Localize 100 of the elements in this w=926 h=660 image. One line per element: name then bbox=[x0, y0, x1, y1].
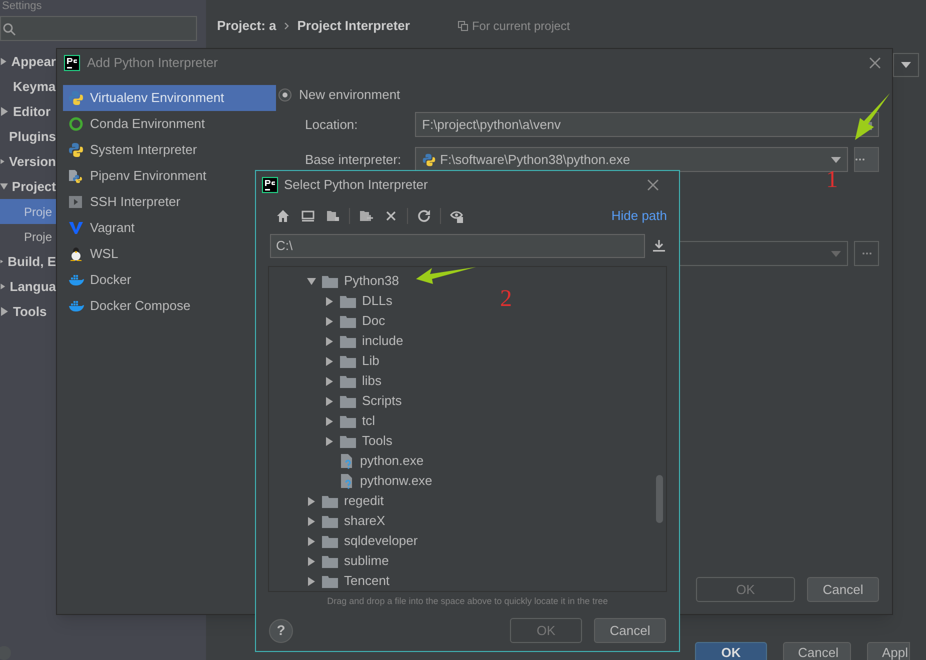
python-logo-icon bbox=[68, 90, 84, 106]
tree-item[interactable]: include bbox=[269, 331, 408, 351]
scrollbar-thumb[interactable] bbox=[656, 475, 663, 523]
expanded-arrow-icon bbox=[307, 276, 316, 286]
tree-item[interactable]: regedit bbox=[269, 491, 388, 511]
collapsed-arrow-icon bbox=[325, 356, 334, 366]
caret-icon bbox=[901, 62, 911, 68]
tree-item[interactable]: Doc bbox=[269, 311, 390, 331]
sidebar-item[interactable]: Editor bbox=[0, 99, 56, 124]
download-button[interactable] bbox=[651, 238, 667, 254]
drag-drop-hint: Drag and drop a file into the space above to quickly locate it in the tree bbox=[326, 595, 609, 608]
folder-icon bbox=[340, 434, 356, 448]
tree-item[interactable]: Scripts bbox=[269, 391, 406, 411]
sidebar-item[interactable]: Version bbox=[0, 149, 56, 174]
close-button[interactable] bbox=[867, 55, 883, 71]
whale-icon bbox=[68, 272, 84, 288]
app-logo-icon bbox=[262, 177, 278, 193]
cancel-button[interactable]: Cancel bbox=[807, 577, 879, 602]
tree-item[interactable]: shareX bbox=[269, 511, 390, 531]
apply-button[interactable]: Appl bbox=[867, 642, 910, 660]
hide-path-link[interactable]: Hide path bbox=[611, 206, 667, 226]
search-icon bbox=[3, 22, 17, 36]
caret-icon bbox=[831, 250, 841, 256]
folder-icon bbox=[340, 374, 356, 388]
help-button[interactable]: ? bbox=[269, 618, 293, 642]
sidebar-item[interactable]: Plugins bbox=[0, 124, 56, 149]
collapsed-arrow-icon bbox=[325, 336, 334, 346]
ring-icon bbox=[68, 116, 84, 132]
breadcrumb-item[interactable]: Project Interpreter bbox=[297, 16, 410, 36]
folder-icon bbox=[322, 574, 338, 588]
app-logo-icon bbox=[64, 55, 80, 71]
python-file-icon bbox=[340, 453, 354, 469]
sidebar-item[interactable]: Tools bbox=[0, 299, 56, 324]
cancel-button[interactable]: Cancel bbox=[594, 618, 666, 643]
ellipsis-icon bbox=[855, 158, 865, 161]
terminal-icon bbox=[68, 194, 84, 210]
download-icon bbox=[653, 240, 665, 252]
show-hidden-icon bbox=[450, 209, 464, 223]
delete-icon bbox=[384, 209, 398, 223]
tree-item[interactable]: python.exe bbox=[269, 451, 428, 471]
search-field[interactable] bbox=[0, 16, 197, 41]
collapsed-arrow-icon bbox=[307, 576, 316, 586]
folder-icon bbox=[340, 394, 356, 408]
interpreter-type-item[interactable]: Virtualenv Environment bbox=[63, 85, 276, 111]
tree-item[interactable]: sublime bbox=[269, 551, 393, 571]
python-file-icon bbox=[340, 473, 354, 489]
collapsed-arrow-icon bbox=[307, 496, 316, 506]
copy-icon bbox=[458, 21, 468, 31]
penguin-icon bbox=[68, 246, 84, 262]
path-field[interactable]: C:\ bbox=[270, 234, 645, 258]
folder-icon bbox=[340, 354, 356, 368]
chevron-right-icon bbox=[284, 22, 290, 30]
folder-icon bbox=[340, 294, 356, 308]
collapsed-arrow-icon bbox=[325, 396, 334, 406]
refresh-button[interactable] bbox=[415, 207, 433, 225]
tree-item[interactable]: DLLs bbox=[269, 291, 396, 311]
field-label: Location: bbox=[305, 116, 359, 134]
desktop-icon bbox=[301, 209, 315, 223]
sidebar-item[interactable]: Build, E bbox=[0, 249, 56, 274]
tree-item[interactable]: sqldeveloper bbox=[269, 531, 422, 551]
tree-item[interactable]: libs bbox=[269, 371, 386, 391]
tree-item[interactable]: Lib bbox=[269, 351, 384, 371]
ok-button[interactable]: OK bbox=[695, 642, 767, 660]
interpreter-type-item[interactable]: Conda Environment bbox=[63, 111, 276, 137]
folder-icon bbox=[326, 209, 340, 223]
sidebar-item[interactable]: Langua bbox=[0, 274, 56, 299]
tree-item[interactable]: tcl bbox=[269, 411, 379, 431]
sidebar-item[interactable]: Proje bbox=[0, 199, 56, 224]
collapsed-arrow-icon bbox=[0, 107, 9, 116]
breadcrumb-item[interactable]: Project: a bbox=[217, 16, 276, 36]
collapsed-arrow-icon bbox=[325, 416, 334, 426]
location-field[interactable]: F:\project\python\a\venv bbox=[415, 112, 879, 137]
cancel-button[interactable]: Cancel bbox=[783, 642, 851, 660]
sidebar-item[interactable]: Keyma bbox=[0, 74, 56, 99]
close-button[interactable] bbox=[645, 177, 661, 193]
collapsed-arrow-icon bbox=[325, 296, 334, 306]
scope-note: For current project bbox=[472, 18, 570, 35]
sidebar-item[interactable]: Proje bbox=[0, 224, 56, 249]
collapsed-arrow-icon bbox=[0, 57, 8, 66]
collapsed-arrow-icon bbox=[0, 157, 6, 166]
tree-item[interactable]: Tencent bbox=[269, 571, 394, 591]
folder-icon bbox=[322, 494, 338, 508]
ellipsis-icon bbox=[862, 252, 872, 255]
collapsed-arrow-icon bbox=[0, 282, 6, 291]
v-logo-icon bbox=[68, 220, 84, 236]
close-icon bbox=[869, 57, 881, 69]
tree-item[interactable]: Python38 bbox=[269, 271, 403, 291]
expanded-arrow-icon bbox=[0, 182, 8, 191]
dropdown-button[interactable] bbox=[893, 53, 919, 77]
sidebar-item[interactable]: Appear bbox=[0, 49, 56, 74]
folder-icon bbox=[322, 534, 338, 548]
interpreter-type-item[interactable]: System Interpreter bbox=[63, 137, 276, 163]
python-logo-icon bbox=[68, 142, 84, 158]
tree-item[interactable]: pythonw.exe bbox=[269, 471, 436, 491]
radio-button[interactable]: New environment bbox=[278, 83, 879, 107]
home-icon bbox=[276, 209, 290, 223]
collapsed-arrow-icon bbox=[307, 516, 316, 526]
tree-item[interactable]: Tools bbox=[269, 431, 396, 451]
interpreter-dropdown[interactable]: F:\software\Python38\python.exe bbox=[415, 147, 848, 172]
sidebar-item[interactable]: Project bbox=[0, 174, 56, 199]
